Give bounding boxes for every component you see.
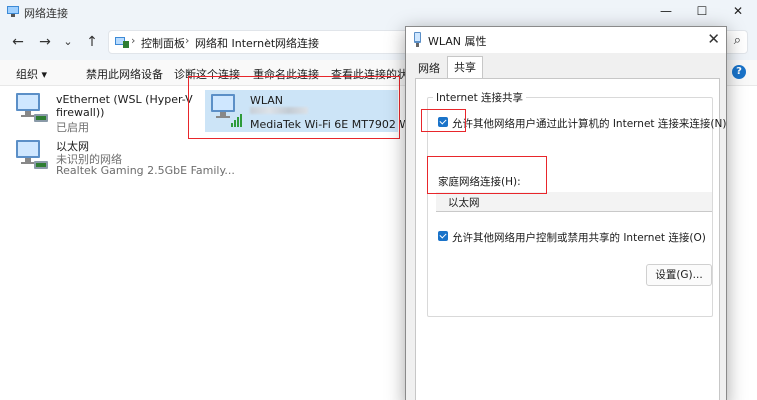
allow-control-label: 允许其他网络用户控制或禁用共享的 Internet 连接(O) <box>452 232 706 244</box>
breadcrumb-separator: › <box>131 34 136 47</box>
search-icon[interactable]: ⌕ <box>734 33 741 48</box>
home-connection-value: 以太网 <box>448 197 480 209</box>
ics-group: Internet 连接共享 允许其他网络用户通过此计算机的 Internet 连… <box>427 90 726 317</box>
close-button[interactable]: ✕ <box>720 0 756 24</box>
breadcrumb-separator: › <box>185 34 190 47</box>
connection-ethernet[interactable]: 以太网 未识别的网络 Realtek Gaming 2.5GbE Family.… <box>14 137 235 181</box>
ics-group-title: Internet 连接共享 <box>433 90 527 105</box>
rename-button[interactable]: 重命名此连接 <box>253 66 319 82</box>
breadcrumb-network-internet[interactable]: 网络和 Internet <box>195 35 275 51</box>
network-folder-icon <box>7 6 19 17</box>
connection-name: vEthernet (WSL (Hyper-V <box>56 93 193 106</box>
control-panel-icon <box>115 37 129 48</box>
breadcrumb-control-panel[interactable]: 控制面板 <box>141 35 185 51</box>
allow-sharing-label: 允许其他网络用户通过此计算机的 Internet 连接来连接(N) <box>452 118 727 130</box>
back-button[interactable]: ← <box>8 32 28 52</box>
network-adapter-icon <box>16 93 48 122</box>
home-connection-label: 家庭网络连接(H): <box>438 176 521 188</box>
dialog-title-bar: WLAN 属性 ✕ <box>406 27 726 53</box>
connection-vethernet[interactable]: vEthernet (WSL (Hyper-V firewall)) 已启用 <box>14 90 194 134</box>
recent-locations-button[interactable]: ⌄ <box>58 32 78 52</box>
breadcrumb-separator: › <box>265 34 270 47</box>
connection-wlan[interactable]: WLAN MediaTek Wi-Fi 6E MT7902 Wi... <box>205 90 424 132</box>
settings-button[interactable]: 设置(G)... <box>646 264 712 286</box>
diagnose-button[interactable]: 诊断这个连接 <box>174 66 240 82</box>
organize-menu[interactable]: 组织 ▾ <box>16 66 47 82</box>
forward-button[interactable]: → <box>35 32 55 52</box>
tab-network[interactable]: 网络 <box>412 59 446 79</box>
disable-device-button[interactable]: 禁用此网络设备 <box>86 66 163 82</box>
network-adapter-icon <box>16 140 48 169</box>
minimize-button[interactable]: — <box>648 0 684 24</box>
tab-sharing[interactable]: 共享 <box>447 56 483 80</box>
connection-name: firewall)) <box>56 106 105 119</box>
wifi-adapter-icon <box>414 32 421 47</box>
dialog-close-button[interactable]: ✕ <box>707 30 720 48</box>
connection-device: Realtek Gaming 2.5GbE Family... <box>56 164 235 177</box>
allow-sharing-checkbox[interactable] <box>438 117 448 127</box>
title-bar: 网络连接 — ☐ ✕ <box>0 0 757 24</box>
window-title: 网络连接 <box>24 7 68 20</box>
allow-control-checkbox[interactable] <box>438 231 448 241</box>
maximize-button[interactable]: ☐ <box>684 0 720 24</box>
sharing-tab-panel: Internet 连接共享 允许其他网络用户通过此计算机的 Internet 连… <box>415 78 726 400</box>
wlan-properties-dialog: WLAN 属性 ✕ 网络 共享 Internet 连接共享 允许其他网络用户通过… <box>405 26 727 400</box>
redacted-network-name <box>250 107 308 114</box>
home-connection-select[interactable]: 以太网 <box>436 192 712 212</box>
up-button[interactable]: ↑ <box>82 32 102 52</box>
wifi-adapter-icon <box>211 94 242 127</box>
connection-status: 已启用 <box>56 121 89 134</box>
dialog-tabs: 网络 共享 <box>406 53 726 80</box>
help-icon[interactable]: ? <box>732 65 746 79</box>
dialog-title: WLAN 属性 <box>428 35 487 48</box>
connection-name: WLAN <box>250 94 284 107</box>
breadcrumb-network-connections[interactable]: 网络连接 <box>275 35 319 51</box>
connection-device: MediaTek Wi-Fi 6E MT7902 Wi... <box>250 118 424 131</box>
